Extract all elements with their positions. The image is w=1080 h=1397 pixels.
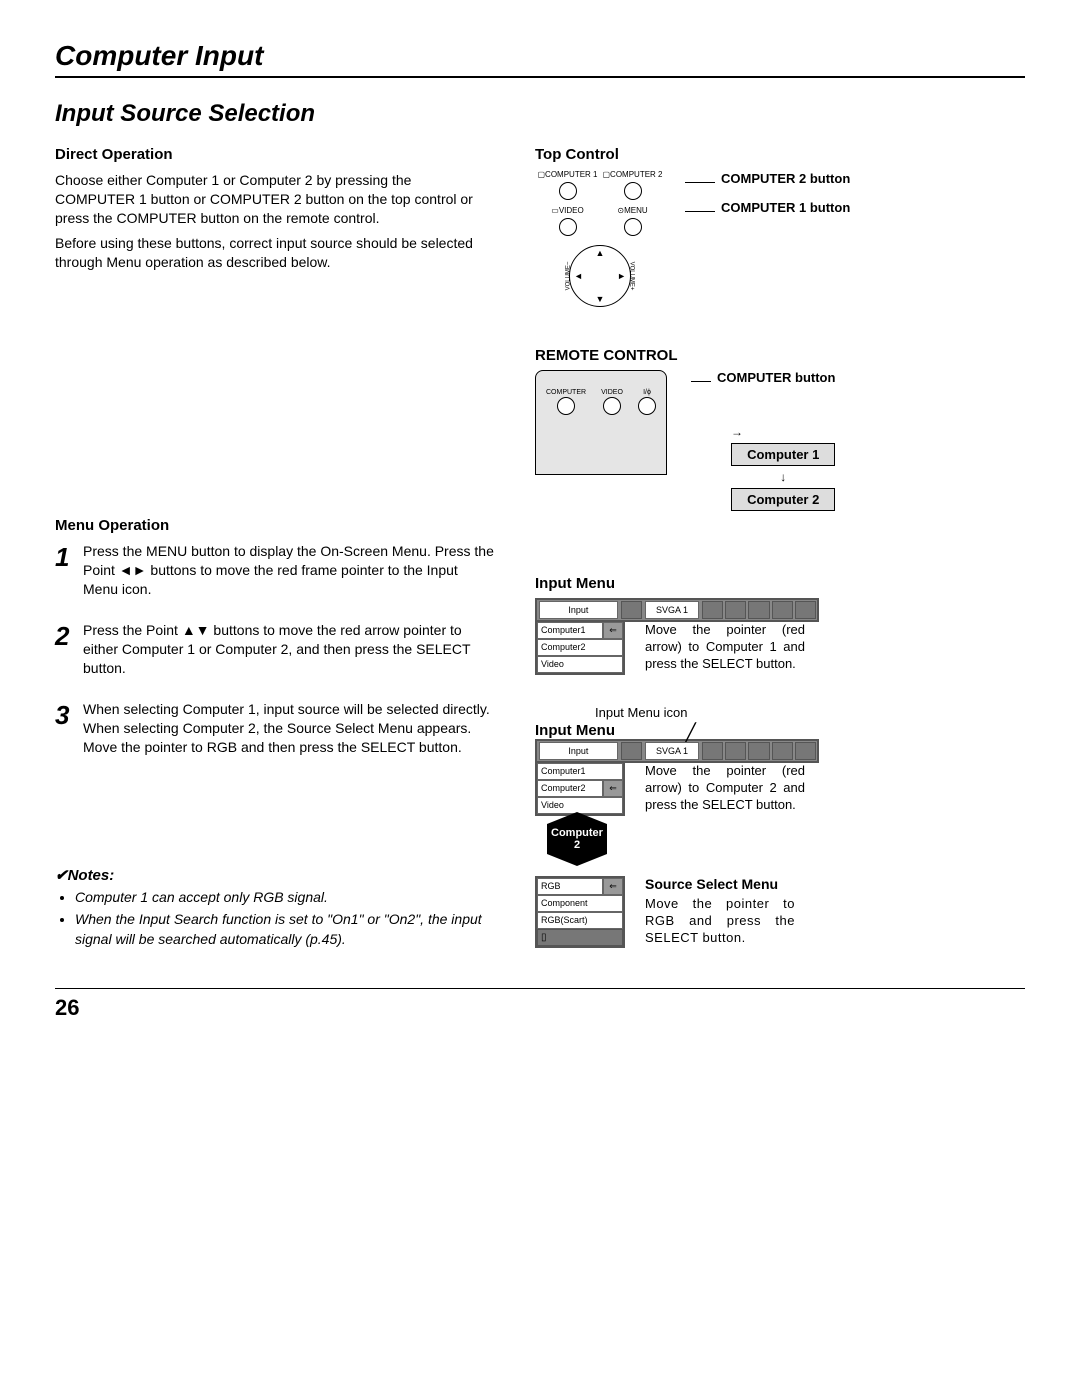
- remote-label-video: VIDEO: [601, 389, 623, 396]
- arrow-icon: ⇐: [603, 622, 623, 639]
- tc-label-video: VIDEO: [559, 206, 584, 215]
- arrow-icon: ⇐: [603, 878, 623, 895]
- ss-item[interactable]: Component: [537, 895, 623, 912]
- remote-label-computer: COMPUTER: [546, 389, 586, 396]
- step-1-text: Press the MENU button to display the On-…: [83, 542, 495, 599]
- menu-icon: [702, 742, 723, 760]
- menu-tab-input: Input: [539, 742, 618, 760]
- step-3: 3 When selecting Computer 1, input sourc…: [55, 700, 495, 757]
- direct-operation-p2: Before using these buttons, correct inpu…: [55, 234, 495, 272]
- step-number: 1: [55, 542, 83, 599]
- leader-line-icon: ╱: [685, 728, 696, 739]
- remote-power-button[interactable]: [638, 397, 656, 415]
- menu-operation-heading: Menu Operation: [55, 517, 495, 534]
- computer2-box: Computer 2: [731, 488, 835, 511]
- source-select-desc: Move the pointer to RGB and press the SE…: [645, 896, 795, 947]
- step-number: 3: [55, 700, 83, 757]
- computer1-button[interactable]: [559, 182, 577, 200]
- menu-icon: [748, 601, 769, 619]
- step-1: 1 Press the MENU button to display the O…: [55, 542, 495, 599]
- remote-video-button[interactable]: [603, 397, 621, 415]
- computer-button-callout: COMPUTER button: [717, 370, 835, 385]
- direct-operation-heading: Direct Operation: [55, 146, 495, 163]
- direct-operation-p1: Choose either Computer 1 or Computer 2 b…: [55, 171, 495, 228]
- step-2-text: Press the Point ▲▼ buttons to move the r…: [83, 621, 495, 678]
- menu-tab-input: Input: [539, 601, 618, 619]
- remote-computer-button[interactable]: [557, 397, 575, 415]
- source-select-menu-list: RGB⇐ Component RGB(Scart) ▯: [535, 876, 625, 948]
- menu-button[interactable]: [624, 218, 642, 236]
- return-icon[interactable]: ▯: [537, 929, 623, 946]
- step-3b-text: When selecting Computer 2, the Source Se…: [83, 719, 495, 757]
- notes-heading: ✔Notes:: [55, 866, 495, 884]
- step-3a-text: When selecting Computer 1, input source …: [83, 700, 495, 719]
- menu-item[interactable]: Computer2: [537, 780, 603, 797]
- dpad[interactable]: ▲ ▼ ◄ ► VOLUME− VOLUME+: [569, 245, 631, 307]
- right-column: Top Control ▢COMPUTER 1 ▢COMPUTER 2 ▭VID…: [535, 146, 1025, 978]
- left-column: Direct Operation Choose either Computer …: [55, 146, 495, 978]
- vol-up-label: VOLUME+: [629, 262, 635, 291]
- input-menu-heading: Input Menu: [535, 722, 615, 739]
- computer2-callout: COMPUTER 2 button: [721, 171, 850, 186]
- step-number: 2: [55, 621, 83, 678]
- input-menu-heading: Input Menu: [535, 575, 1025, 592]
- menu-item[interactable]: Computer2: [537, 639, 623, 656]
- menu-item[interactable]: Computer1: [537, 763, 623, 780]
- menu-icon: [702, 601, 723, 619]
- left-arrow-icon: ◄: [574, 271, 583, 281]
- arrow-icon: ⇐: [603, 780, 623, 797]
- top-control-heading: Top Control: [535, 146, 1025, 163]
- tc-label-c2: COMPUTER 2: [610, 170, 662, 179]
- remote-label-power: I/ϕ: [638, 389, 656, 396]
- tc-label-menu: MENU: [624, 206, 648, 215]
- remote-control-heading: REMOTE CONTROL: [535, 347, 1025, 364]
- menu-icon: [772, 742, 793, 760]
- menu-icon: [621, 601, 642, 619]
- input-menu-2-desc: Move the pointer (red arrow) to Computer…: [645, 763, 805, 814]
- right-arrow-icon: ►: [617, 271, 626, 281]
- menu-svga: SVGA 1: [645, 742, 699, 760]
- menu-icon: [725, 601, 746, 619]
- tc-label-c1: COMPUTER 1: [545, 170, 597, 179]
- computer1-callout: COMPUTER 1 button: [721, 200, 850, 215]
- ss-item[interactable]: RGB: [537, 878, 603, 895]
- menu-item[interactable]: Computer1: [537, 622, 603, 639]
- top-control-figure: ▢COMPUTER 1 ▢COMPUTER 2 ▭VIDEO ⊙MENU: [535, 169, 1025, 307]
- step-2: 2 Press the Point ▲▼ buttons to move the…: [55, 621, 495, 678]
- page-number: 26: [55, 988, 1025, 1021]
- computer1-box: Computer 1: [731, 443, 835, 466]
- menu-svga: SVGA 1: [645, 601, 699, 619]
- input-menu-icon-label: Input Menu icon: [595, 705, 1025, 720]
- source-select-heading: Source Select Menu: [645, 876, 795, 892]
- menu-icon: [621, 742, 642, 760]
- ss-item[interactable]: RGB(Scart): [537, 912, 623, 929]
- menu-item[interactable]: Video: [537, 656, 623, 673]
- input-menu-1-desc: Move the pointer (red arrow) to Computer…: [645, 622, 805, 673]
- chapter-title: Computer Input: [55, 40, 1025, 78]
- computer2-badge: Computer 2: [547, 824, 607, 854]
- input-menu-1: Input Menu Input SVGA 1 Computer1⇐ Compu…: [535, 575, 1025, 675]
- vol-down-label: VOLUME−: [565, 262, 571, 291]
- up-arrow-icon: ▲: [596, 248, 605, 258]
- menu-icon: [795, 601, 816, 619]
- computer2-button[interactable]: [624, 182, 642, 200]
- notes-block: ✔Notes: Computer 1 can accept only RGB s…: [55, 866, 495, 949]
- section-title: Input Source Selection: [55, 100, 1025, 128]
- note-item: When the Input Search function is set to…: [75, 910, 495, 949]
- note-item: Computer 1 can accept only RGB signal.: [75, 888, 495, 908]
- menu-icon: [772, 601, 793, 619]
- input-menu-2: Input Menu icon Input Menu ╱ Input SVGA …: [535, 705, 1025, 948]
- menu-icon: [748, 742, 769, 760]
- remote-control-figure: COMPUTER VIDEO I/ϕ COMPUTER b: [535, 370, 1025, 515]
- down-arrow-icon: ▼: [596, 294, 605, 304]
- menu-icon: [725, 742, 746, 760]
- menu-icon: [795, 742, 816, 760]
- video-button[interactable]: [559, 218, 577, 236]
